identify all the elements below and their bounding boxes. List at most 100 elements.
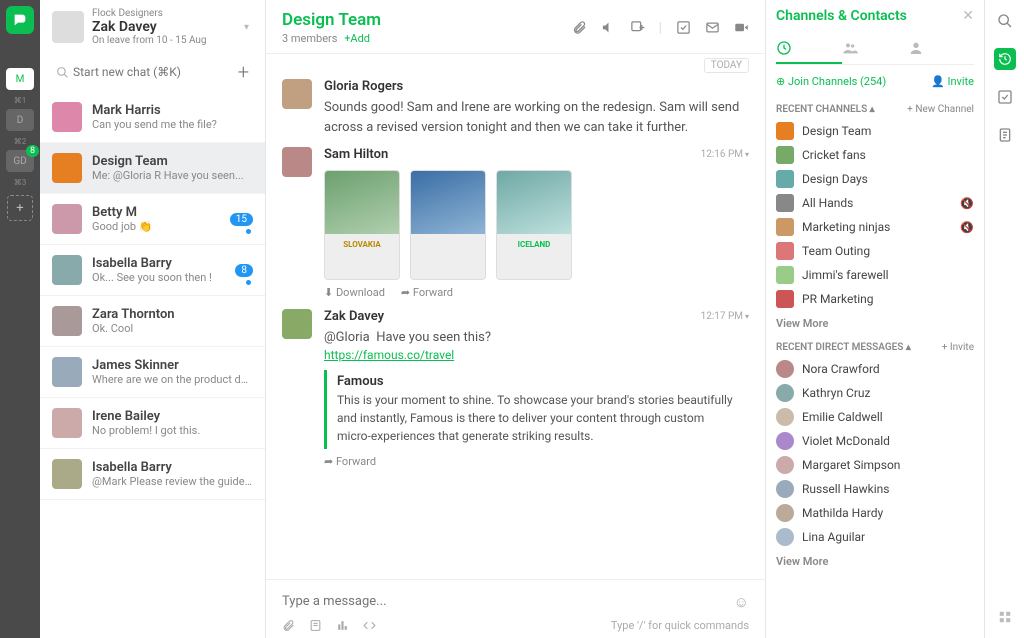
avatar (52, 408, 82, 438)
apps-grid-icon[interactable] (994, 606, 1016, 628)
channel-avatar (776, 266, 794, 284)
attachment-thumbnail[interactable]: SLOVAKIA (324, 170, 400, 280)
dm-item[interactable]: Emilie Caldwell (776, 405, 974, 429)
tab-groups[interactable] (842, 34, 908, 64)
dm-item[interactable]: Kathryn Cruz (776, 381, 974, 405)
attachment-icon[interactable] (572, 20, 587, 36)
close-icon[interactable]: ✕ (962, 8, 974, 24)
dm-item[interactable]: Violet McDonald (776, 429, 974, 453)
chat-message: 12:16 PM Sam Hilton SLOVAKIA ICELAND ⬇ D… (282, 147, 749, 299)
unread-dot (246, 229, 251, 234)
code-icon[interactable] (363, 619, 376, 632)
message-link[interactable]: https://famous.co/travel (324, 348, 749, 362)
attach-icon[interactable] (282, 619, 295, 632)
conversation-item[interactable]: Design Team Me: @Gloria R Have you seen.… (40, 143, 265, 194)
unread-badge: 15 (230, 213, 253, 226)
preview-description: This is your moment to shine. To showcas… (337, 391, 739, 445)
avatar[interactable] (282, 79, 312, 109)
message-time[interactable]: 12:17 PM (701, 311, 749, 322)
mail-icon[interactable] (705, 20, 720, 36)
avatar[interactable] (282, 147, 312, 177)
conversation-preview: Good job 👏 (92, 220, 230, 233)
app-toolbar (984, 0, 1024, 638)
conversation-item[interactable]: Zara Thornton Ok. Cool (40, 296, 265, 347)
channel-item[interactable]: Design Team (776, 119, 974, 143)
dm-invite-button[interactable]: + Invite (942, 342, 974, 353)
conversation-item[interactable]: Isabella Barry Ok... See you soon then !… (40, 245, 265, 296)
channel-avatar (776, 170, 794, 188)
note-icon[interactable] (309, 619, 322, 632)
chat-title[interactable]: Design Team (282, 10, 381, 30)
compose-input[interactable] (282, 588, 734, 615)
conversation-item[interactable]: Irene Bailey No problem! I got this. (40, 398, 265, 449)
channel-name: Design Team (802, 124, 871, 138)
add-workspace-button[interactable]: + (7, 195, 33, 221)
attachment-thumbnail[interactable] (410, 170, 486, 280)
avatar (52, 204, 82, 234)
workspace-d[interactable]: D (6, 109, 34, 131)
conversation-sidebar: Flock Designers Zak Davey On leave from … (40, 0, 266, 638)
invite-link[interactable]: 👤 Invite (931, 75, 974, 88)
dm-avatar (776, 432, 794, 450)
notes-icon[interactable] (994, 124, 1016, 146)
channel-item[interactable]: Marketing ninjas 🔇 (776, 215, 974, 239)
dm-item[interactable]: Russell Hawkins (776, 477, 974, 501)
avatar (52, 102, 82, 132)
workspace-gd[interactable]: GD 8 (6, 150, 34, 172)
history-icon[interactable] (994, 48, 1016, 70)
app-logo[interactable] (6, 6, 34, 34)
avatar[interactable] (282, 309, 312, 339)
dm-item[interactable]: Mathilda Hardy (776, 501, 974, 525)
muted-icon: 🔇 (960, 221, 974, 234)
message-time[interactable]: 12:16 PM (701, 149, 749, 160)
conversation-item[interactable]: Mark Harris Can you send me the file? (40, 92, 265, 143)
workspace-m[interactable]: M (6, 68, 34, 90)
forward-button[interactable]: ➦ Forward (324, 455, 376, 468)
channel-item[interactable]: Team Outing (776, 239, 974, 263)
emoji-icon[interactable]: ☺ (734, 593, 749, 611)
attachment-row: SLOVAKIA ICELAND (324, 170, 749, 280)
self-avatar[interactable] (52, 11, 84, 43)
panel-tabs (776, 34, 974, 65)
conversation-name: Isabella Barry (92, 256, 235, 271)
dm-item[interactable]: Nora Crawford (776, 357, 974, 381)
panel-title: Channels & Contacts (776, 8, 962, 24)
conversation-item[interactable]: Isabella Barry @Mark Please review the g… (40, 449, 265, 500)
channel-item[interactable]: Design Days (776, 167, 974, 191)
conversation-preview: Ok... See you soon then ! (92, 271, 235, 284)
poll-icon[interactable] (336, 619, 349, 632)
channel-item[interactable]: All Hands 🔇 (776, 191, 974, 215)
message-author: Zak Davey (324, 309, 749, 324)
tab-people[interactable] (908, 34, 974, 64)
dm-item[interactable]: Margaret Simpson (776, 453, 974, 477)
channel-item[interactable]: Jimmi's farewell (776, 263, 974, 287)
tasks-icon[interactable] (994, 86, 1016, 108)
new-channel-button[interactable]: + New Channel (907, 104, 974, 115)
audio-icon[interactable] (601, 20, 616, 36)
search-input[interactable] (73, 65, 234, 79)
avatar (52, 357, 82, 387)
tab-recent[interactable] (776, 34, 842, 64)
view-more-link[interactable]: View More (776, 317, 974, 330)
attachment-thumbnail[interactable]: ICELAND (496, 170, 572, 280)
add-app-icon[interactable] (630, 20, 645, 36)
new-chat-button[interactable]: + (234, 58, 253, 86)
message-text: @Gloria Have you seen this? (324, 328, 749, 348)
add-member-link[interactable]: +Add (344, 32, 370, 45)
view-more-link[interactable]: View More (776, 555, 974, 568)
channel-name: Jimmi's farewell (802, 268, 889, 282)
channel-item[interactable]: PR Marketing (776, 287, 974, 311)
video-icon[interactable] (734, 20, 749, 36)
conversation-item[interactable]: Betty M Good job 👏 15 (40, 194, 265, 245)
user-menu-chevron-icon[interactable]: ▾ (240, 18, 253, 37)
channel-item[interactable]: Cricket fans (776, 143, 974, 167)
todo-icon[interactable] (676, 20, 691, 36)
join-channels-link[interactable]: ⊕ Join Channels (254) (776, 75, 886, 88)
conversation-item[interactable]: James Skinner Where are we on the produc… (40, 347, 265, 398)
avatar (52, 459, 82, 489)
global-search-icon[interactable] (994, 10, 1016, 32)
download-button[interactable]: ⬇ Download (324, 286, 385, 299)
dm-item[interactable]: Lina Aguilar (776, 525, 974, 549)
forward-button[interactable]: ➦ Forward (401, 286, 453, 299)
mention[interactable]: @Gloria (324, 330, 370, 345)
